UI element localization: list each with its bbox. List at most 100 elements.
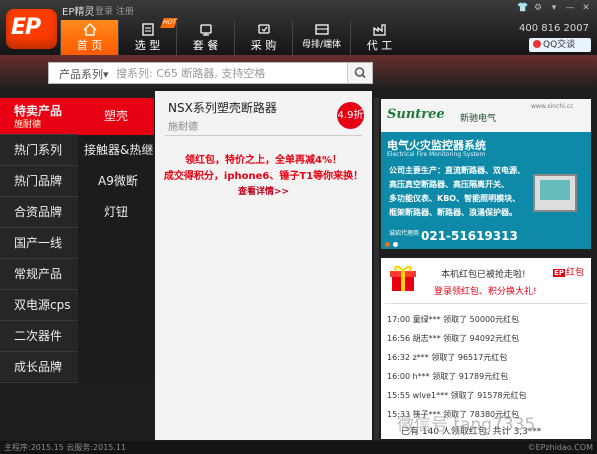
search-category-dropdown[interactable]: 产品系列▾: [59, 66, 109, 82]
subcategory-item[interactable]: 接触器&热继: [78, 135, 154, 166]
device-image: [533, 174, 577, 212]
nav-home[interactable]: 首 页: [60, 20, 118, 55]
category-item[interactable]: 常规产品: [0, 259, 78, 290]
subcategory-item[interactable]: A9微断: [78, 166, 154, 197]
version-info: 主程序:2015.15 云服务:2015.11: [4, 443, 127, 452]
nav-package-label: 套 餐: [192, 39, 219, 52]
redpacket-notice: 本机红包已被抢走啦!: [441, 270, 526, 280]
ad-line: 框架断路器、断路器、浪涌保护器。: [389, 208, 517, 217]
search-bar: 产品系列▾: [0, 55, 597, 89]
skin-icon[interactable]: 👕: [517, 3, 528, 13]
nav-selection[interactable]: HOT 选 型: [118, 18, 178, 55]
ad-phone: 021-51619313: [421, 229, 518, 243]
category-item[interactable]: 合资品牌: [0, 197, 78, 228]
search-box: 产品系列▾: [48, 62, 373, 84]
copyright: ©EPzhidao.COM: [527, 443, 593, 452]
ad-line: 多功能仪表、KBO、智能照明模块、: [389, 194, 521, 203]
carousel-dots[interactable]: [385, 242, 398, 247]
nav-factory-label: 代 工: [366, 39, 393, 52]
nav-package[interactable]: 套 餐: [176, 20, 234, 55]
nav-busbar-label: 母排/端体: [301, 40, 342, 50]
logo-text: EP: [11, 15, 41, 40]
discount-badge: 4.9折: [337, 102, 364, 129]
qq-icon: [533, 40, 541, 48]
carousel-dot[interactable]: [385, 242, 390, 247]
category-item[interactable]: 热门系列: [0, 135, 78, 166]
nav-busbar[interactable]: 母排/端体: [292, 20, 350, 55]
ep-tag-label: 红包: [565, 268, 584, 278]
ad-brand-logo: Suntree: [387, 107, 445, 122]
ad-url: www.xinchi.cc: [531, 103, 574, 110]
promo-line-2: 成交得积分，iphone6、锤子T1等你来换！: [163, 171, 364, 182]
nav-purchase[interactable]: 采 购: [234, 20, 292, 55]
product-brand: 施耐德: [168, 122, 198, 133]
subcategory-menu: 塑壳 接触器&热继 A9微断 灯钮: [78, 98, 154, 381]
header: EP EP精灵 登录 注册 👕 ⚙ ▾ — ✕ 首 页 HOT 选 型 套 餐: [0, 0, 597, 55]
ad-agent-text: 诚招代理商: [389, 230, 420, 237]
category-item[interactable]: 热门品牌: [0, 166, 78, 197]
product-panel: NSX系列塑壳断路器 施耐德 4.9折 领红包，特价之上，全单再减4%！ 成交得…: [155, 91, 372, 440]
search-input[interactable]: [116, 66, 341, 81]
product-title[interactable]: NSX系列塑壳断路器: [168, 99, 277, 116]
factory-icon: [372, 24, 386, 36]
ad-headline-en: Electrical Fire Monitoring System: [387, 151, 486, 158]
ad-banner[interactable]: Suntree 新驰电气 www.xinchi.cc 电气火灾监控器系统 Ele…: [381, 99, 591, 249]
watermark: 微信号 tang7335: [397, 415, 536, 435]
app-window: EP EP精灵 登录 注册 👕 ⚙ ▾ — ✕ 首 页 HOT 选 型 套 餐: [0, 0, 597, 454]
status-bar: 主程序:2015.15 云服务:2015.11 ©EPzhidao.COM: [0, 441, 597, 454]
nav-factory[interactable]: 代 工: [350, 20, 408, 55]
list-item: 16:32 z*** 领取了 96517元红包: [387, 353, 508, 362]
ad-header: Suntree 新驰电气 www.xinchi.cc: [381, 99, 591, 132]
minimize-icon[interactable]: —: [565, 3, 575, 13]
nav-selection-label: 选 型: [134, 39, 161, 52]
list-item: 16:56 胡志*** 领取了 94092元红包: [387, 334, 520, 343]
redpacket-list: 17:00 童绿*** 领取了 50000元红包 16:56 胡志*** 领取了…: [387, 310, 587, 424]
divider: [165, 135, 362, 136]
carousel-dot[interactable]: [393, 242, 398, 247]
category-item[interactable]: 国产一线: [0, 228, 78, 259]
category-item[interactable]: 二次器件: [0, 321, 78, 352]
qq-chat-label: QQ交谈: [543, 40, 576, 50]
selection-icon: [141, 23, 154, 36]
category-featured[interactable]: 特卖产品 施耐德: [0, 98, 78, 135]
nav-home-label: 首 页: [76, 39, 103, 52]
ad-line: 公司主要生产：直流断路器、双电源、: [389, 166, 525, 175]
ep-tag-prefix: EP: [553, 269, 565, 277]
gift-icon: [390, 265, 416, 291]
hotline-number: 400 816 2007: [519, 23, 589, 34]
category-featured-sub: 施耐德: [14, 120, 42, 130]
home-icon: [82, 23, 97, 36]
ad-brand-cn: 新驰电气: [460, 114, 497, 124]
login-redpacket-link[interactable]: 登录领红包、积分换大礼!: [434, 284, 537, 297]
login-register-link[interactable]: 登录 注册: [95, 4, 134, 17]
window-controls: 👕 ⚙ ▾ — ✕: [517, 3, 591, 13]
subcategory-item[interactable]: 灯钮: [78, 197, 154, 228]
settings-icon[interactable]: ⚙: [533, 3, 543, 13]
category-item[interactable]: 双电源cps: [0, 290, 78, 321]
redpacket-panel: 本机红包已被抢走啦! 登录领红包、积分换大礼! EP 红包 17:00 童绿***…: [381, 258, 591, 439]
ep-redpacket-tag[interactable]: EP 红包: [553, 265, 584, 278]
view-details-link[interactable]: 查看详情>>: [155, 184, 372, 197]
main-nav: 首 页 HOT 选 型 套 餐 采 购 母排/端体 代 工: [60, 18, 408, 55]
divider: [385, 303, 587, 304]
nav-purchase-label: 采 购: [250, 39, 277, 52]
subcategory-active[interactable]: 塑壳: [78, 98, 154, 135]
close-icon[interactable]: ✕: [581, 3, 591, 13]
category-menu: 特卖产品 施耐德 热门系列 热门品牌 合资品牌 国产一线 常规产品 双电源cps…: [0, 98, 78, 383]
app-title: EP精灵: [62, 7, 95, 18]
ep-logo: EP: [6, 9, 57, 49]
qq-chat-button[interactable]: QQ交谈: [529, 38, 591, 52]
search-icon: [354, 67, 366, 79]
category-featured-title: 特卖产品: [14, 104, 63, 118]
purchase-icon: [257, 24, 270, 34]
ad-line: 高压真空断路器、高压隔离开关、: [389, 180, 509, 189]
search-button[interactable]: [347, 63, 372, 83]
busbar-icon: [314, 24, 329, 35]
category-item[interactable]: 成长品牌: [0, 352, 78, 383]
list-item: 17:00 童绿*** 领取了 50000元红包: [387, 315, 520, 324]
menu-icon[interactable]: ▾: [549, 3, 559, 13]
list-item: 15:55 wlve1*** 领取了 91578元红包: [387, 391, 527, 400]
promo-line-1: 领红包，特价之上，全单再减4%！: [185, 155, 342, 166]
package-icon: [199, 24, 212, 36]
scrollbar[interactable]: [374, 98, 379, 440]
